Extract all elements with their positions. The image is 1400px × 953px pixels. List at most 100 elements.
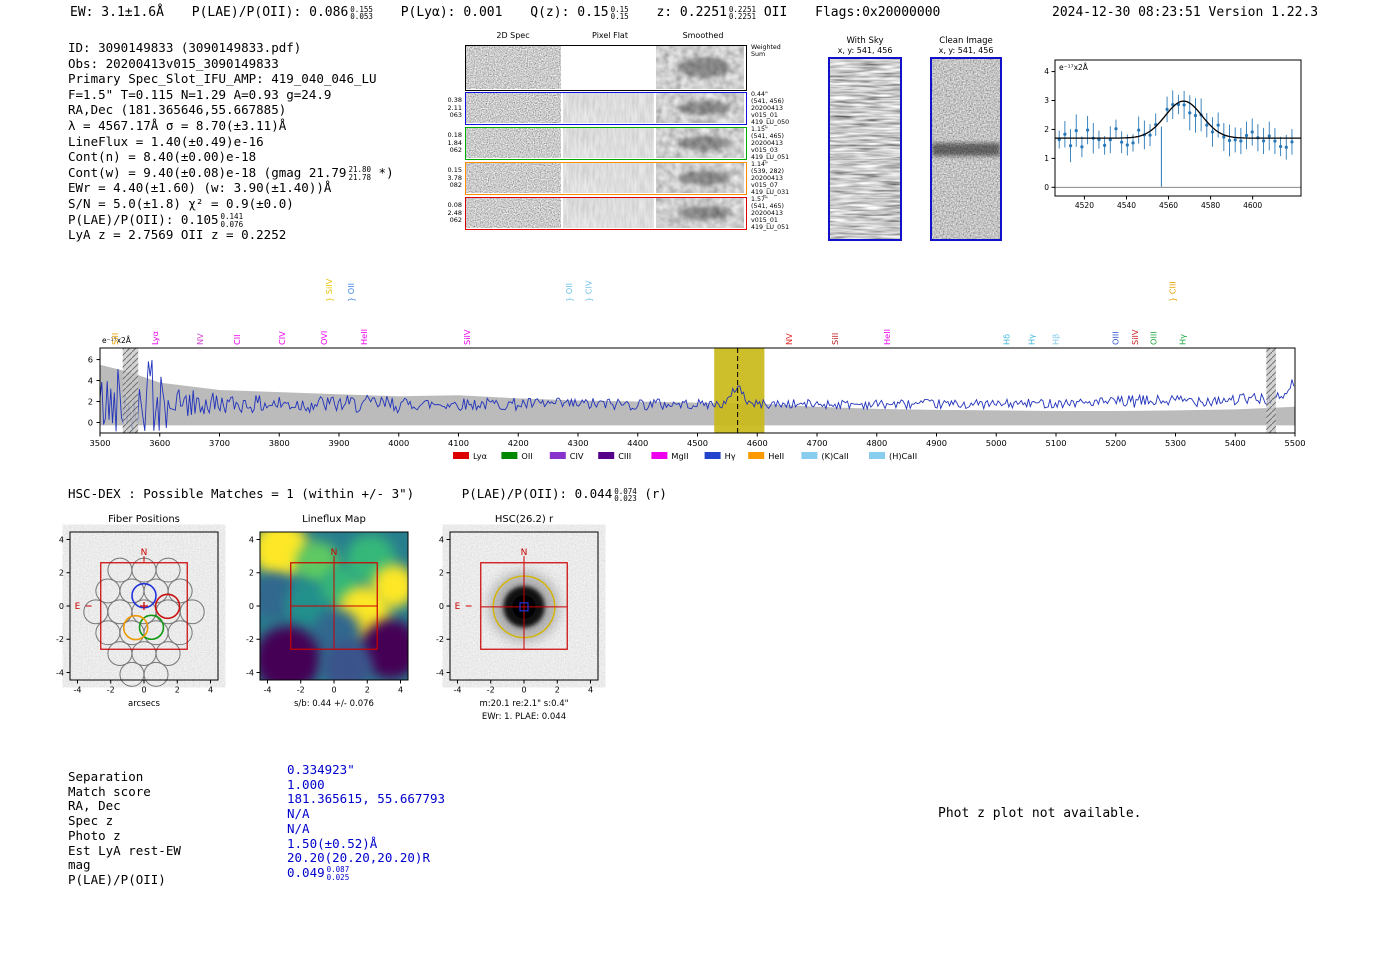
- svg-text:2: 2: [1044, 125, 1049, 134]
- svg-text:-4: -4: [263, 686, 271, 695]
- match-field-value: N/A: [287, 820, 310, 836]
- spec2d-pixelflat-image: [563, 128, 654, 158]
- svg-text:-4: -4: [436, 668, 444, 677]
- spec2d-row-weights: 0.15 3.78 082: [447, 166, 462, 190]
- z-uncertainty: 0.2251 0.2251: [728, 4, 756, 21]
- hsc-caption-2: EWr: 1. PLAE: 0.044: [482, 712, 566, 722]
- spec2d-row: [465, 127, 747, 160]
- match-plae-value: P(LAE)/P(OII): 0.044: [461, 486, 613, 501]
- emission-line-label: OIII: [1111, 331, 1121, 345]
- svg-text:4900: 4900: [926, 438, 947, 448]
- match-field-value: N/A: [287, 806, 310, 822]
- svg-text:0: 0: [1044, 183, 1049, 192]
- match-field-label: mag: [68, 857, 91, 873]
- match-field-label: Separation: [68, 769, 144, 784]
- match-field-label: RA, Dec: [68, 798, 121, 814]
- spec2d-2d-image: [466, 128, 561, 158]
- info-line: S/N = 5.0(±1.8) χ² = 0.9(±0.0): [68, 195, 294, 211]
- svg-text:3500: 3500: [89, 438, 110, 448]
- photz-unavailable-notice: Phot z plot not available.: [938, 806, 1142, 821]
- legend-swatch: [748, 452, 765, 459]
- svg-text:2: 2: [59, 569, 64, 578]
- info-line: Cont(w) = 9.40(±0.08)e-18 (gmag 21.79 21.…: [68, 164, 394, 182]
- spec2d-pixelflat-image: [563, 163, 654, 193]
- info-line: P(LAE)/P(OII): 0.105 0.141 0.076: [68, 211, 244, 229]
- svg-text:5100: 5100: [1045, 438, 1066, 448]
- svg-text:2: 2: [249, 569, 254, 578]
- spec2d-row-meta: 1.15" (541, 465) 20200413 v015_03 419_LU_051: [751, 126, 790, 161]
- svg-text:4: 4: [588, 686, 593, 695]
- svg-text:4500: 4500: [687, 438, 708, 448]
- svg-text:4560: 4560: [1159, 201, 1178, 210]
- emission-line-label: Hβ: [1050, 334, 1060, 345]
- svg-text:4: 4: [59, 535, 64, 544]
- info-line: ID: 3090149833 (3090149833.pdf): [68, 40, 302, 55]
- match-field-value: 0.334923": [287, 762, 355, 777]
- svg-text:-2: -2: [436, 635, 444, 644]
- spec2d-row: [465, 197, 747, 230]
- info-line: RA,Dec (181.365646,55.667885): [68, 102, 287, 118]
- lineflux-map-plot: N-4-4-2-2002244Lineflux Maps/b: 0.44 +/-…: [246, 514, 409, 709]
- emission-line-label: OIII: [1148, 331, 1158, 345]
- svg-text:3600: 3600: [149, 438, 170, 448]
- timestamp-version: 2024-12-30 08:23:51 Version 1.22.3: [1052, 5, 1319, 20]
- hsc-caption-1: m:20.1 re:2.1" s:0.4": [479, 699, 568, 709]
- cutout-xlabel: arcsecs: [128, 699, 161, 709]
- svg-text:5500: 5500: [1284, 438, 1305, 448]
- legend-label: CIV: [570, 451, 584, 461]
- legend-label: HeII: [768, 451, 784, 461]
- cutout-title: Lineflux Map: [302, 514, 366, 525]
- svg-text:5200: 5200: [1105, 438, 1126, 448]
- hsc-cutout-plot: NE-4-4-2-2002244HSC(26.2) rm:20.1 re:2.1…: [436, 514, 599, 722]
- svg-text:3: 3: [1044, 96, 1049, 105]
- line-fit-zoom-plot: 4520 4540 4560 4580 4600 0 1 2 3 4 e⁻¹⁷x2Å: [1044, 59, 1302, 210]
- info-line: F=1.5" T=0.115 N=1.29 A=0.93 g=24.9: [68, 86, 332, 102]
- legend-swatch: [869, 452, 885, 459]
- header-summary: EW: 3.1±1.6Å P(LAE)/P(OII): 0.086 0.155 0.…: [70, 5, 940, 21]
- emission-line-label: Lyα: [150, 331, 160, 345]
- with-sky-image: [828, 57, 902, 241]
- z-value: z: 0.2251: [656, 5, 727, 20]
- spec2d-column-title: 2D Spec: [496, 31, 530, 40]
- svg-text:-4: -4: [453, 686, 461, 695]
- match-field-label: Est LyA rest-EW: [68, 842, 181, 858]
- match-field-label: P(LAE)/P(OII): [68, 871, 166, 887]
- match-field-value: 1.000: [287, 776, 325, 792]
- match-summary: HSC-DEX : Possible Matches = 1 (within +…: [68, 486, 415, 501]
- svg-text:-4: -4: [56, 668, 64, 677]
- svg-text:4000: 4000: [388, 438, 409, 448]
- svg-text:4540: 4540: [1117, 201, 1136, 210]
- spec2d-smoothed-image: [656, 46, 744, 89]
- catalog-match-header: HSC-DEX : Possible Matches = 1 (within +…: [68, 486, 667, 503]
- svg-text:2: 2: [439, 569, 444, 578]
- masked-region: [1266, 348, 1276, 433]
- svg-text:2: 2: [365, 686, 370, 695]
- spec2d-row-meta: 1.14" (539, 282) 20200413 v015_07 419_LU_031: [751, 161, 790, 196]
- emission-line-label: SiIV: [462, 329, 472, 345]
- match-field-value: 1.50(±0.52)Å: [287, 835, 378, 851]
- svg-text:4700: 4700: [806, 438, 827, 448]
- svg-text:5300: 5300: [1165, 438, 1186, 448]
- svg-text:5000: 5000: [986, 438, 1007, 448]
- svg-text:4580: 4580: [1201, 201, 1220, 210]
- svg-text:0: 0: [59, 602, 64, 611]
- emission-line-label: CIV: [277, 331, 287, 345]
- legend-swatch: [501, 452, 518, 459]
- spec2d-2d-image: [466, 198, 561, 228]
- info-line: λ = 4567.17Å σ = 8.70(±3.11)Å: [68, 117, 287, 133]
- svg-text:4: 4: [208, 686, 213, 695]
- legend-swatch: [801, 452, 818, 459]
- full-spectrum-plot: 3500 3600 3700 3800 3900 4000 4100 4200 4300 4400…: [88, 278, 1306, 461]
- svg-text:0: 0: [88, 417, 93, 427]
- masked-region: [122, 348, 139, 433]
- emission-line-label: SiII: [110, 333, 120, 345]
- elixer-report-page: EW: 3.1±1.6Å P(LAE)/P(OII): 0.086 0.155 0.…: [0, 0, 1400, 953]
- match-field-value: 0.049 0.087 0.025: [287, 864, 350, 882]
- plae-poii-value: P(LAE)/P(OII): 0.086: [191, 5, 349, 20]
- compass-east: E: [75, 602, 81, 612]
- legend-label: OII: [521, 451, 532, 461]
- compass-east: E: [455, 602, 461, 612]
- emission-line-label: } CIV: [584, 280, 594, 302]
- emission-line-label: SiII: [830, 333, 840, 345]
- plae-uncertainty: 0.155 0.053: [350, 4, 373, 21]
